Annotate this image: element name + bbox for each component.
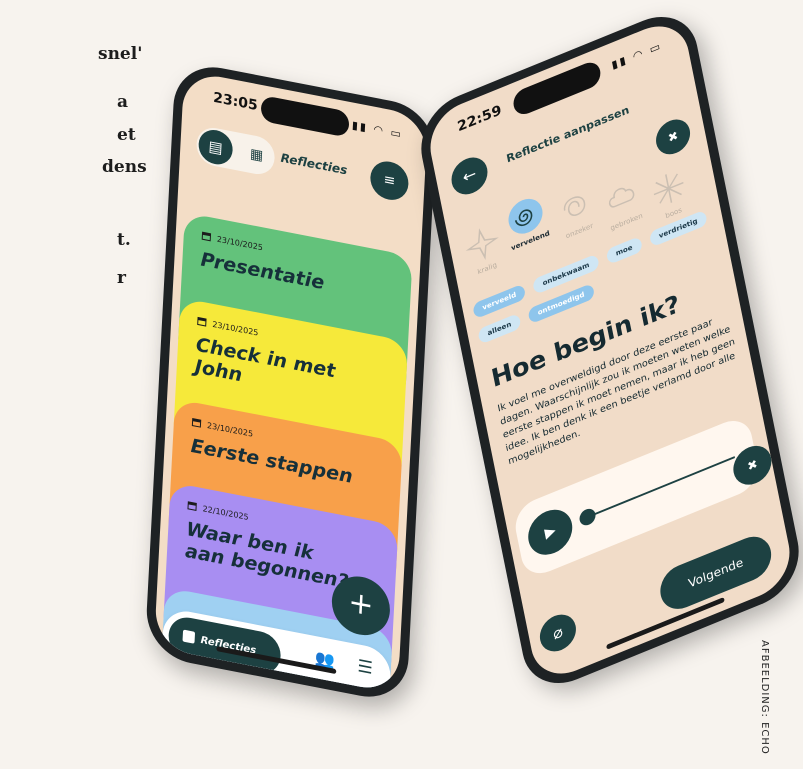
calendar-icon bbox=[197, 316, 207, 327]
card-date-text: 22/10/2025 bbox=[202, 504, 249, 522]
paperclip-icon: ⌀ bbox=[551, 621, 565, 644]
filter-icon: ≡ bbox=[383, 171, 396, 190]
calendar-view-icon[interactable]: ▦ bbox=[240, 135, 274, 175]
attach-button[interactable]: ⌀ bbox=[536, 608, 580, 658]
phone-edit-reflection: 22:59 ▮▮ ◠ ▭ ← Reflectie aanpassen ✖ kra… bbox=[413, 2, 803, 698]
list-view-icon[interactable]: ▤ bbox=[197, 127, 234, 168]
signal-wifi-battery-icon: ▮▮ ◠ ▭ bbox=[351, 118, 404, 142]
page-title: Reflecties bbox=[280, 150, 348, 178]
status-time: 23:05 bbox=[212, 89, 259, 115]
article-line: a bbox=[117, 92, 129, 112]
audio-scrubber[interactable] bbox=[578, 506, 597, 528]
image-credit: AFBEELDING: ECHO bbox=[759, 640, 770, 755]
settings-sliders-icon[interactable]: ☰ bbox=[357, 656, 373, 679]
tag-chip[interactable]: moe bbox=[605, 236, 643, 266]
card-date-text: 23/10/2025 bbox=[216, 234, 264, 253]
play-icon: ▶ bbox=[543, 522, 558, 542]
status-time: 22:59 bbox=[456, 102, 503, 136]
article-line: dens bbox=[102, 157, 147, 177]
phone-reflections-list: 23:05 ▮▮ ◠ ▭ ▤ ▦ Reflecties ≡ 23/10/2025… bbox=[144, 59, 438, 705]
calendar-icon bbox=[201, 231, 212, 242]
back-button[interactable]: ← bbox=[448, 151, 491, 201]
card-date-text: 23/10/2025 bbox=[206, 420, 254, 439]
article-text-fragment: snel' a et dens t. r bbox=[0, 0, 147, 320]
filter-button[interactable]: ≡ bbox=[369, 158, 410, 204]
phone-screen: 22:59 ▮▮ ◠ ▭ ← Reflectie aanpassen ✖ kra… bbox=[423, 14, 797, 686]
calendar-icon bbox=[191, 418, 202, 428]
play-button[interactable]: ▶ bbox=[524, 502, 577, 562]
phone-screen: 23:05 ▮▮ ◠ ▭ ▤ ▦ Reflecties ≡ 23/10/2025… bbox=[153, 70, 429, 694]
plus-icon: + bbox=[347, 584, 375, 625]
article-line: snel' bbox=[98, 44, 143, 64]
article-line: et bbox=[117, 125, 136, 145]
audio-track[interactable] bbox=[587, 456, 735, 518]
calendar-icon bbox=[187, 501, 197, 511]
burst-icon bbox=[653, 173, 684, 204]
arrow-left-icon: ← bbox=[461, 163, 478, 188]
trash-icon: ✖ bbox=[746, 456, 759, 474]
view-toggle: ▤ ▦ bbox=[195, 124, 276, 178]
tag-chip[interactable]: alleen bbox=[477, 312, 522, 345]
article-line: t. bbox=[117, 230, 131, 250]
sparkle-icon bbox=[465, 228, 499, 260]
mood-option-selected[interactable]: vervelend bbox=[499, 190, 553, 254]
reflections-icon bbox=[182, 629, 196, 644]
signal-wifi-battery-icon: ▮▮ ◠ ▭ bbox=[610, 39, 664, 72]
dynamic-island bbox=[260, 94, 350, 138]
card-date-text: 23/10/2025 bbox=[212, 319, 259, 338]
article-line: r bbox=[117, 268, 126, 288]
